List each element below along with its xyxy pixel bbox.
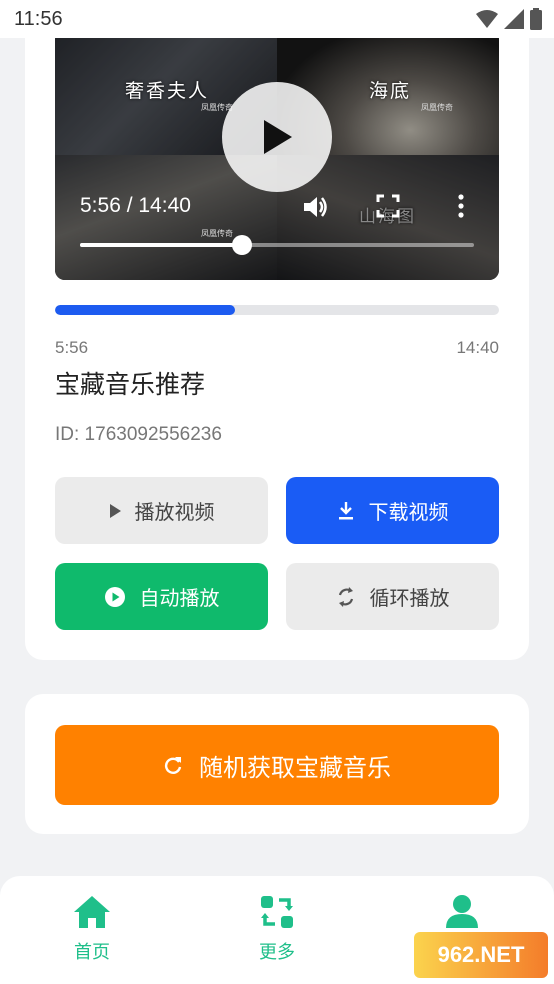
playback-progress-fill — [55, 305, 235, 315]
more-options-icon[interactable] — [455, 193, 467, 219]
nav-home[interactable]: 首页 — [52, 894, 132, 964]
play-overlay-button[interactable] — [222, 82, 332, 192]
poster-caption-3: 凤凰传奇 — [201, 229, 233, 238]
current-time: 5:56 — [55, 338, 89, 357]
loop-play-button[interactable]: 循环播放 — [286, 563, 499, 630]
random-music-card: 随机获取宝藏音乐 — [25, 694, 529, 834]
system-icons — [476, 8, 542, 30]
home-icon — [74, 896, 110, 928]
download-icon — [338, 501, 353, 519]
swap-icon — [261, 896, 293, 928]
download-video-button[interactable]: 下载视频 — [286, 477, 499, 544]
total-duration: 14:40 — [456, 338, 499, 357]
battery-icon — [530, 8, 542, 30]
refresh-icon — [164, 757, 182, 774]
signal-icon — [504, 9, 524, 29]
play-small-icon — [109, 503, 121, 518]
loop-play-label: 循环播放 — [369, 586, 450, 610]
play-video-button[interactable]: 播放视频 — [55, 477, 268, 544]
music-title: 宝藏音乐推荐 — [55, 370, 206, 399]
download-video-label: 下载视频 — [368, 500, 449, 524]
fullscreen-icon[interactable] — [376, 193, 400, 219]
nav-more[interactable]: 更多 — [237, 894, 317, 964]
seek-bar-fill — [80, 243, 242, 247]
seek-bar-handle[interactable] — [231, 235, 252, 255]
poster-caption-2: 凤凰传奇 — [421, 103, 453, 112]
random-music-button[interactable]: 随机获取宝藏音乐 — [55, 725, 499, 805]
random-music-label: 随机获取宝藏音乐 — [199, 753, 391, 782]
site-watermark: 962.NET — [414, 932, 548, 978]
autoplay-button[interactable]: 自动播放 — [55, 563, 268, 630]
status-time: 11:56 — [14, 7, 63, 30]
play-icon — [264, 120, 292, 154]
video-player[interactable]: 奢香夫人 凤凰传奇 海底 凤凰传奇 山海图 凤凰传奇 5:56 / 14:40 — [55, 30, 499, 280]
video-id: ID: 1763092556236 — [55, 424, 222, 445]
video-card: 奢香夫人 凤凰传奇 海底 凤凰传奇 山海图 凤凰传奇 5:56 / 14:40 … — [25, 10, 529, 660]
video-time-label: 5:56 / 14:40 — [80, 194, 191, 217]
bottom-navigation: 首页 更多 962.NET — [0, 876, 554, 984]
nav-profile[interactable] — [422, 894, 502, 930]
volume-icon[interactable] — [301, 193, 329, 221]
loop-icon — [338, 586, 353, 607]
watermark-text: 962.NET — [437, 942, 525, 967]
seek-bar[interactable] — [80, 235, 474, 255]
play-circle-icon — [104, 586, 125, 607]
poster-title-2: 海底 — [369, 80, 412, 102]
nav-more-label: 更多 — [259, 942, 295, 963]
autoplay-label: 自动播放 — [139, 586, 220, 610]
play-video-label: 播放视频 — [134, 500, 215, 524]
status-bar: 11:56 — [0, 0, 554, 38]
nav-home-label: 首页 — [74, 942, 110, 963]
wifi-icon — [476, 10, 498, 28]
playback-progress — [55, 305, 499, 315]
user-icon — [446, 895, 478, 928]
poster-title-1: 奢香夫人 — [125, 80, 210, 102]
